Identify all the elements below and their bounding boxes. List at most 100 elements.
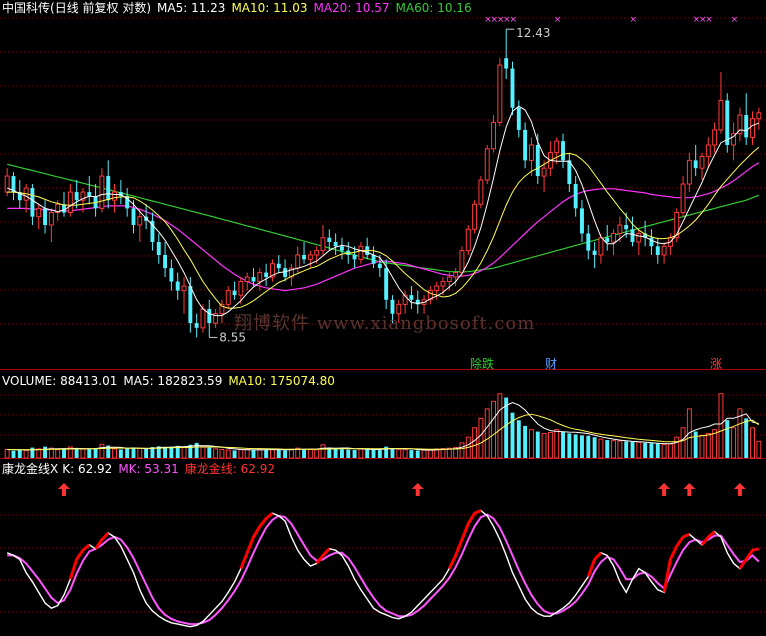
candle-body-64 — [409, 295, 414, 300]
volume-bar-59 — [377, 450, 382, 458]
indicator-line-layer — [6, 509, 760, 628]
volume-bar-8 — [55, 449, 61, 459]
candle-body-21 — [137, 216, 143, 226]
candle-body-46 — [295, 254, 301, 269]
event-tag-exright[interactable]: 除跌 — [470, 357, 494, 371]
price-panel-header: 中国科传(日线 前复权 对数) MA5: 11.23 MA10: 11.03 MA20… — [2, 1, 478, 15]
signal-segment-73 — [460, 523, 470, 541]
volume-bar-35 — [225, 449, 231, 459]
volume-bar-14 — [93, 447, 98, 458]
volume-bar-52 — [333, 448, 338, 458]
volume-legend: VOLUME: 88413.01 — [2, 374, 118, 388]
volume-bar-3 — [23, 449, 29, 459]
volume-bar-17 — [112, 448, 117, 459]
candle-body-68 — [434, 285, 440, 292]
volume-bar-80 — [510, 412, 515, 458]
volume-bar-4 — [30, 447, 35, 458]
volume-bar-84 — [535, 431, 540, 458]
candle-body-117 — [744, 115, 749, 138]
volume-bar-118 — [750, 427, 755, 459]
volume-bar-81 — [516, 420, 521, 458]
buy-arrow-layer — [58, 483, 746, 496]
candle-body-38 — [244, 276, 250, 283]
volume-bar-113 — [718, 393, 724, 459]
volume-bar-85 — [541, 432, 547, 459]
signal-segment-42 — [265, 512, 274, 520]
candle-body-79 — [504, 58, 509, 69]
candle-body-76 — [484, 148, 490, 181]
candle-body-47 — [302, 254, 306, 260]
candle-body-107 — [680, 183, 686, 214]
candle-body-103 — [655, 246, 660, 255]
candle-body-25 — [163, 254, 168, 269]
ma10-layer — [7, 146, 760, 309]
volume-bar-105 — [667, 443, 673, 459]
signal-segment-119 — [752, 547, 760, 552]
candle-body-49 — [314, 250, 320, 256]
volume-bar-21 — [137, 447, 143, 459]
ma60-legend: MA60: 10.16 — [395, 1, 472, 15]
volume-bar-102 — [649, 443, 654, 458]
volume-bar-98 — [624, 441, 629, 458]
volume-bar-34 — [219, 449, 225, 459]
candle-body-58 — [371, 254, 376, 264]
indicator-name: 康龙金线X — [2, 462, 59, 476]
volume-bar-22 — [144, 448, 149, 458]
candle-body-51 — [327, 237, 332, 243]
event-tag-finance[interactable]: 财 — [545, 357, 557, 371]
candle-body-91 — [580, 208, 584, 234]
volume-bar-65 — [415, 450, 420, 458]
candle-body-43 — [276, 263, 281, 269]
volume-bar-31 — [200, 446, 206, 459]
candle-body-82 — [523, 129, 528, 161]
candle-body-113 — [718, 99, 724, 131]
buy-arrow-3 — [683, 483, 696, 496]
candlestick-series[interactable] — [4, 29, 762, 338]
candle-body-77 — [491, 121, 496, 150]
candle-body-99 — [630, 229, 635, 243]
event-tag-rise[interactable]: 涨 — [710, 357, 722, 371]
volume-bar-104 — [661, 443, 667, 459]
ma5-layer — [7, 105, 759, 317]
volume-bar-101 — [643, 442, 648, 458]
volume-bar-78 — [497, 393, 503, 459]
volume-panel-header: VOLUME: 88413.01 MA5: 182823.59 MA10: 1750… — [2, 374, 341, 388]
candle-body-32 — [207, 309, 212, 324]
candle-body-110 — [699, 156, 705, 169]
volume-bar-114 — [725, 420, 730, 458]
volume-bar-15 — [99, 443, 105, 459]
volume-ma5-legend: MA5: 182823.59 — [123, 374, 223, 388]
volume-bar-18 — [118, 449, 123, 458]
candle-body-118 — [750, 118, 755, 138]
volume-bar-93 — [592, 437, 597, 458]
ma5-legend: MA5: 11.23 — [157, 1, 226, 15]
volume-bar-99 — [630, 441, 635, 458]
candle-body-60 — [384, 268, 389, 300]
high-price-label: 12.43 — [516, 26, 550, 40]
volume-bar-58 — [371, 449, 376, 458]
candle-body-7 — [48, 212, 54, 226]
candle-body-100 — [636, 232, 642, 243]
signal-segment-41 — [258, 517, 268, 528]
signal-segment-74 — [466, 512, 476, 525]
volume-bar-76 — [484, 408, 490, 459]
volume-bar-19 — [125, 448, 130, 458]
ma60-line — [7, 163, 760, 273]
candle-body-90 — [573, 184, 578, 209]
signal-segment-108 — [682, 532, 690, 539]
volume-bar-89 — [567, 433, 572, 458]
volume-bar-74 — [472, 427, 478, 459]
signal-segment-39 — [245, 536, 255, 554]
volume-bar-107 — [680, 427, 686, 459]
candle-body-41 — [264, 272, 269, 278]
volume-bar-40 — [257, 449, 263, 459]
volume-bar-119 — [756, 440, 762, 459]
volume-bar-110 — [699, 434, 705, 459]
volume-bar-111 — [705, 432, 711, 459]
volume-bar-44 — [283, 450, 288, 458]
candle-body-24 — [156, 242, 161, 255]
volume-bar-9 — [62, 449, 66, 458]
candle-body-119 — [756, 112, 762, 120]
volume-bar-92 — [586, 435, 591, 458]
volume-bar-72 — [459, 442, 465, 459]
